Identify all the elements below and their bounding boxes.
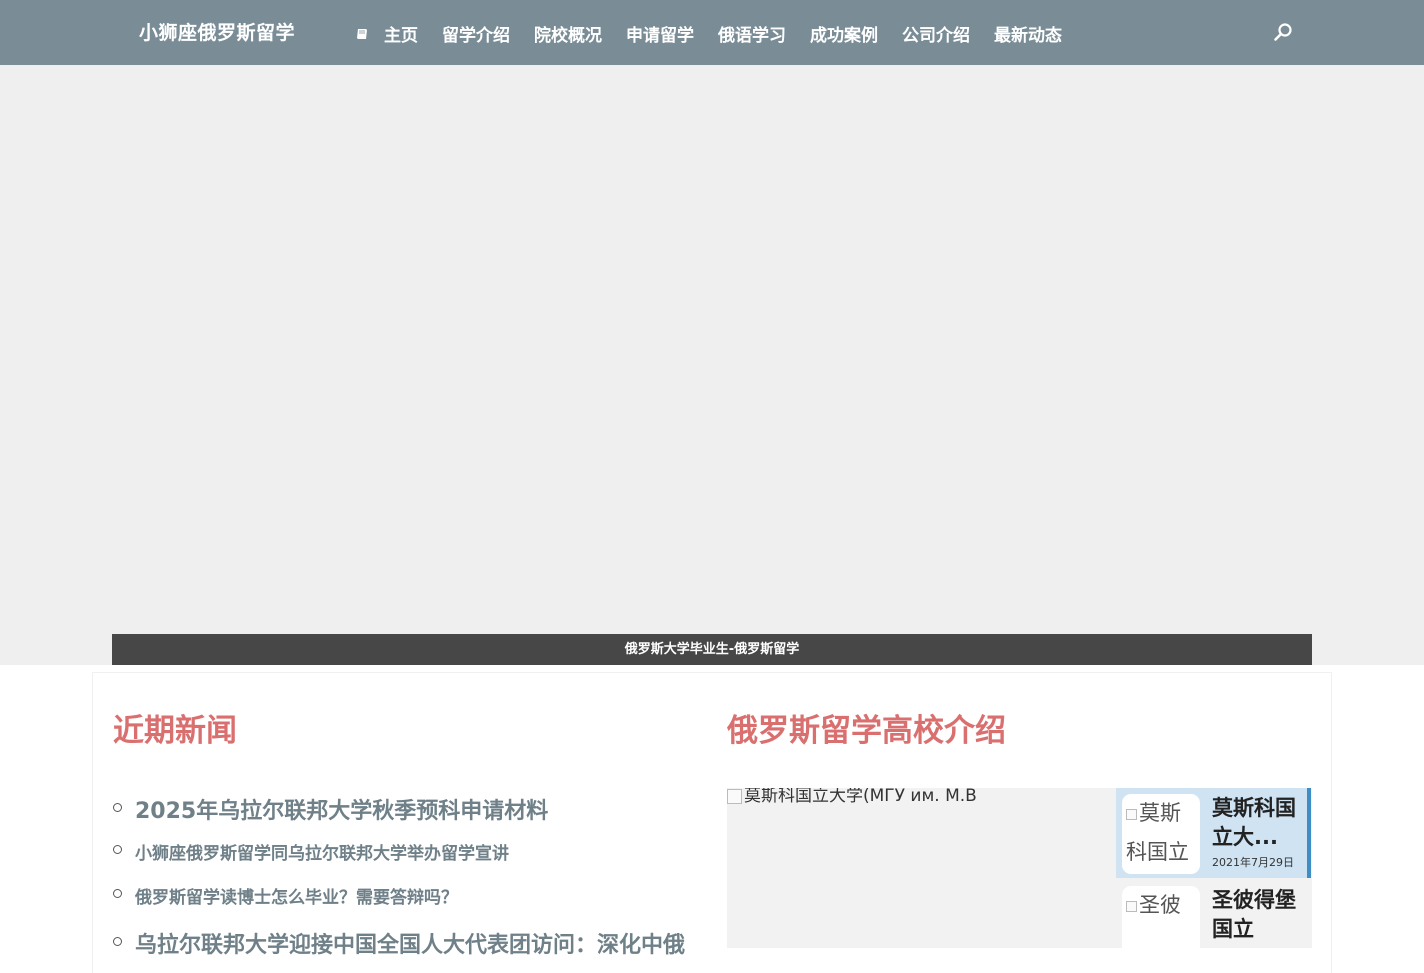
nav-item-home[interactable]: 主页 [356,21,418,46]
search-icon[interactable] [1273,22,1293,42]
news-section-title: 近期新闻 [113,713,237,749]
news-item[interactable]: 2025年乌拉尔联邦大学秋季预科申请材料 [113,793,693,825]
slider-thumb[interactable]: 莫斯科国立 莫斯科国立大... 2021年7月29日 [1116,788,1311,878]
nav-item-latest-news[interactable]: 最新动态 [994,21,1062,46]
thumb-title: 圣彼得堡国立 [1212,888,1296,941]
nav-item-study-intro[interactable]: 留学介绍 [442,21,510,46]
nav-item-success-cases[interactable]: 成功案例 [810,21,878,46]
site-logo[interactable]: 小狮座俄罗斯留学 [139,18,295,45]
thumb-image: 圣彼 [1122,886,1200,948]
thumb-date: 2021年7月29日 [1212,856,1294,869]
news-item[interactable]: 俄罗斯留学读博士怎么毕业？需要答辩吗？ [113,883,693,908]
thumb-image: 莫斯科国立 [1122,794,1200,874]
slider-main-image[interactable]: 莫斯科国立大学(МГУ им. М.В [727,788,1116,948]
content-panel: 近期新闻 2025年乌拉尔联邦大学秋季预科申请材料 小狮座俄罗斯留学同乌拉尔联邦… [92,672,1332,973]
nav-item-russian-learning[interactable]: 俄语学习 [718,21,786,46]
news-item[interactable]: 小狮座俄罗斯留学同乌拉尔联邦大学举办留学宣讲 [113,839,693,864]
slider-thumbnails: 莫斯科国立 莫斯科国立大... 2021年7月29日 圣彼 圣彼得堡国立 [1116,788,1312,948]
thumb-image-alt: 圣彼 [1139,893,1181,917]
hero-banner[interactable]: 俄罗斯大学毕业生-俄罗斯留学 [0,65,1424,665]
nav-item-schools[interactable]: 院校概况 [534,21,602,46]
news-item[interactable]: 乌拉尔联邦大学迎接中国全国人大代表团访问：深化中俄 [113,927,693,959]
book-icon [357,28,367,39]
nav-item-about-company[interactable]: 公司介绍 [902,21,970,46]
main-nav: 主页 留学介绍 院校概况 申请留学 俄语学习 成功案例 公司介绍 最新动态 [356,21,1086,46]
slider-thumb[interactable]: 圣彼 圣彼得堡国立 [1116,880,1307,948]
banner-caption: 俄罗斯大学毕业生-俄罗斯留学 [112,634,1312,665]
thumb-title: 莫斯科国立大... [1212,796,1296,849]
nav-item-apply[interactable]: 申请留学 [626,21,694,46]
broken-image-icon [1126,808,1137,820]
site-header: 小狮座俄罗斯留学 主页 留学介绍 院校概况 申请留学 俄语学习 成功案例 公司介… [0,0,1424,65]
broken-image-icon [727,788,742,804]
schools-section-title: 俄罗斯留学高校介绍 [727,713,1006,749]
schools-slider: 莫斯科国立大学(МГУ им. М.В 莫斯科国立 莫斯科国立大... 2021… [727,788,1312,948]
nav-label: 主页 [384,26,418,46]
news-list: 2025年乌拉尔联邦大学秋季预科申请材料 小狮座俄罗斯留学同乌拉尔联邦大学举办留… [113,793,693,973]
broken-image-icon [1126,900,1137,912]
main-image-alt: 莫斯科国立大学(МГУ им. М.В [744,788,977,806]
